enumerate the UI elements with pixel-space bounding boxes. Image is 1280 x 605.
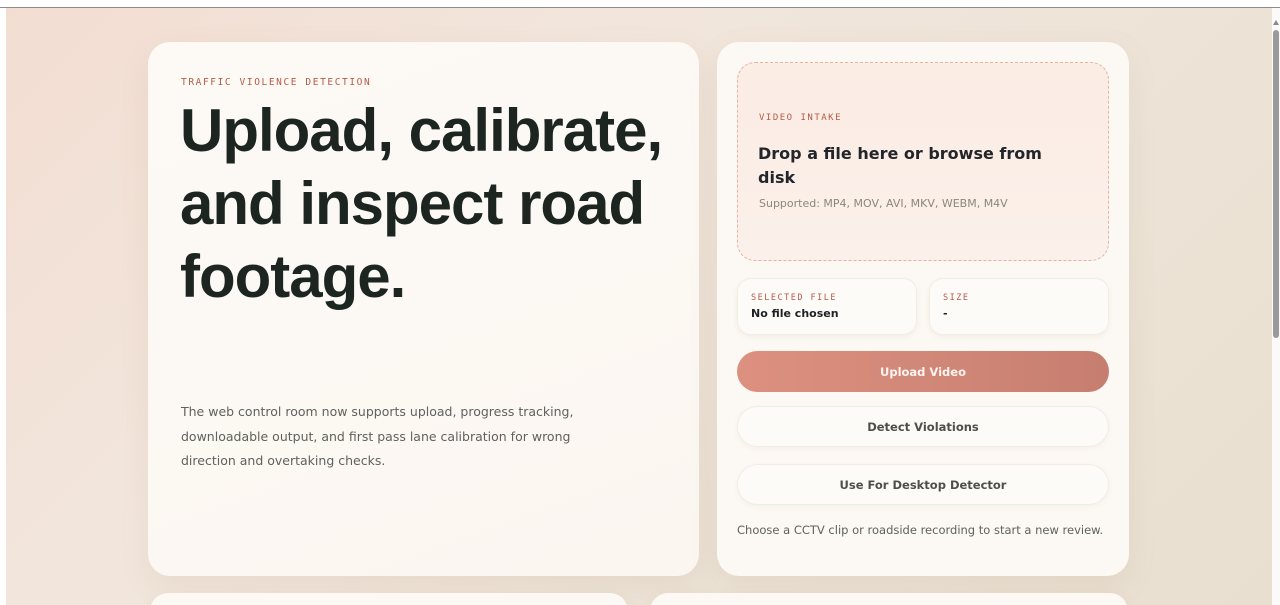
upload-panel: VIDEO INTAKE Drop a file here or browse … <box>717 42 1129 576</box>
hero-eyebrow: TRAFFIC VIOLENCE DETECTION <box>181 77 372 88</box>
upload-video-button[interactable]: Upload Video <box>737 351 1109 392</box>
detect-violations-button[interactable]: Detect Violations <box>737 406 1109 447</box>
video-dropzone[interactable]: VIDEO INTAKE Drop a file here or browse … <box>737 62 1109 261</box>
window-left-edge <box>0 8 6 605</box>
lower-card-left <box>150 593 628 605</box>
file-size-label: SIZE <box>943 293 970 303</box>
hero-card: TRAFFIC VIOLENCE DETECTION Upload, calib… <box>148 42 699 576</box>
hero-description: The web control room now supports upload… <box>181 404 574 468</box>
supported-formats: Supported: MP4, MOV, AVI, MKV, WEBM, M4V <box>759 197 1008 210</box>
hero-title: Upload, calibrate, and inspect road foot… <box>180 97 663 310</box>
dropzone-label: VIDEO INTAKE <box>759 113 843 123</box>
file-size-box: SIZE - <box>929 278 1109 335</box>
selected-file-label: SELECTED FILE <box>751 293 838 303</box>
browser-top-edge <box>0 0 1280 8</box>
selected-file-value: No file chosen <box>751 307 839 320</box>
scrollbar-thumb[interactable] <box>1273 30 1279 338</box>
dropzone-title: Drop a file here or browse from disk <box>758 144 1042 187</box>
page-scrollbar[interactable] <box>1272 8 1280 605</box>
status-message: Choose a CCTV clip or roadside recording… <box>737 523 1104 537</box>
use-for-desktop-detector-button[interactable]: Use For Desktop Detector <box>737 464 1109 505</box>
file-size-value: - <box>943 307 948 320</box>
selected-file-box: SELECTED FILE No file chosen <box>737 278 917 335</box>
lower-card-right <box>650 593 1128 605</box>
scroll-up-icon[interactable] <box>1273 20 1279 25</box>
